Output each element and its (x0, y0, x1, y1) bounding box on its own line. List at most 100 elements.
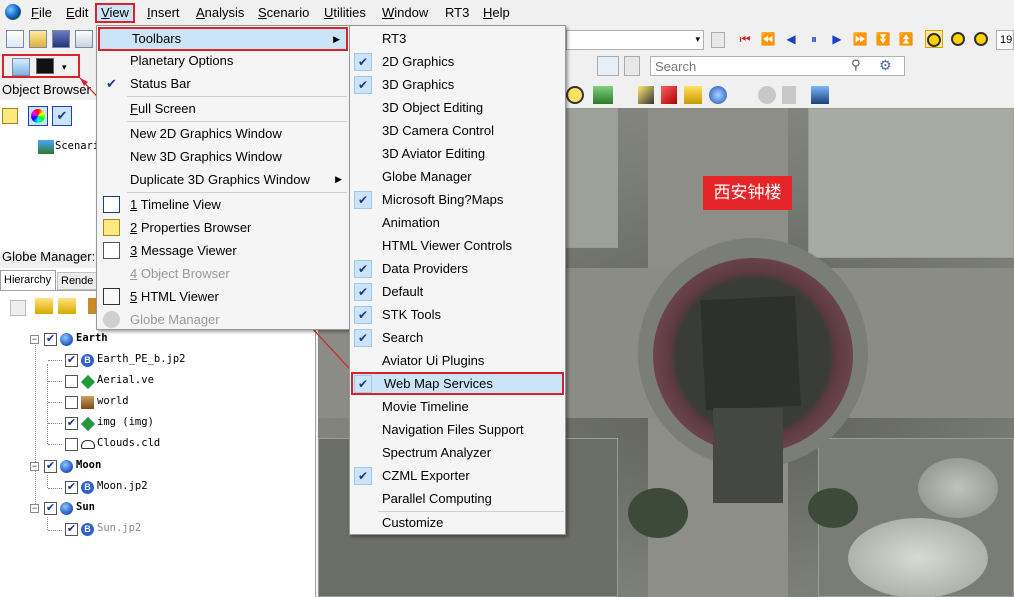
aerial-checkbox[interactable] (65, 375, 78, 388)
decrease-step-icon[interactable]: ⏬ (874, 30, 892, 48)
earth-pe-checkbox[interactable]: ✔ (65, 354, 78, 367)
toolbar-option-stk-tools[interactable]: ✔ STK Tools (351, 303, 564, 326)
tab-hierarchy[interactable]: Hierarchy (0, 270, 56, 290)
toolbar-option-search[interactable]: ✔ Search (351, 326, 564, 349)
measure-icon[interactable] (684, 86, 702, 104)
2d-window-icon[interactable] (12, 58, 30, 76)
menu-edit[interactable]: Edit (62, 3, 92, 23)
gear-icon[interactable]: ⚙ (879, 57, 892, 74)
check-icon[interactable]: ✔ (52, 106, 72, 126)
new-object-icon[interactable] (2, 108, 18, 124)
combo-action-icon[interactable] (711, 32, 725, 48)
time-step-field[interactable]: 19 (996, 30, 1014, 50)
eye-icon[interactable] (566, 86, 584, 104)
tree-item-img[interactable]: img (img) (97, 416, 154, 428)
menu-view[interactable]: View (95, 3, 135, 23)
toolbar-option-3d-object-editing[interactable]: 3D Object Editing (351, 96, 564, 119)
tree-item-moon-jp2[interactable]: Moon.jp2 (97, 480, 148, 492)
3d-window-icon[interactable] (36, 58, 54, 74)
marker-icon[interactable] (661, 86, 677, 104)
sun-checkbox[interactable]: ✔ (44, 502, 57, 515)
play-icon[interactable]: ▶ (828, 30, 846, 48)
properties-icon[interactable] (75, 30, 93, 48)
tree-item-earth[interactable]: Earth (76, 332, 108, 344)
toolbar-option-default[interactable]: ✔ Default (351, 280, 564, 303)
search-icon[interactable]: ⚲ (851, 57, 861, 73)
view-menu-timeline-view[interactable]: 1 Timeline View (98, 193, 348, 216)
normal-time-icon[interactable] (972, 30, 990, 48)
rt3-combo[interactable]: ▾ (566, 30, 704, 50)
menu-insert[interactable]: Insert (143, 3, 184, 23)
search-input[interactable]: Search ⚲ ⚙ (650, 56, 905, 76)
view-menu-html-viewer[interactable]: 5 HTML Viewer (98, 285, 348, 308)
toolbar-option-customize[interactable]: Customize (351, 511, 564, 534)
tree-item-aerial[interactable]: Aerial.ve (97, 374, 154, 386)
expand-moon-toggle[interactable]: − (30, 462, 39, 471)
tree-item-earth-pe[interactable]: Earth_PE_b.jp2 (97, 353, 186, 365)
tree-item-moon[interactable]: Moon (76, 459, 101, 471)
globe-tool-icon[interactable] (709, 86, 727, 104)
toolbar-option-navigation-files[interactable]: Navigation Files Support (351, 418, 564, 441)
toolbar-option-html-viewer-controls[interactable]: HTML Viewer Controls (351, 234, 564, 257)
tab-renderer[interactable]: Rende (57, 272, 97, 290)
moon-jp2-checkbox[interactable]: ✔ (65, 481, 78, 494)
menu-window[interactable]: Window (378, 3, 432, 23)
toolbar-option-3d-graphics[interactable]: ✔ 3D Graphics (351, 73, 564, 96)
earth-checkbox[interactable]: ✔ (44, 333, 57, 346)
save-icon[interactable] (52, 30, 70, 48)
toolbar-option-globe-manager[interactable]: Globe Manager (351, 165, 564, 188)
view-menu-properties-browser[interactable]: 2 Properties Browser (98, 216, 348, 239)
toolbar-option-bing-maps[interactable]: ✔ Microsoft Bing?Maps (351, 188, 564, 211)
menu-scenario[interactable]: Scenario (254, 3, 313, 23)
view-menu-status-bar[interactable]: ✔ Status Bar (98, 72, 348, 95)
color-wheel-icon[interactable] (28, 106, 48, 126)
moon-checkbox[interactable]: ✔ (44, 460, 57, 473)
add-folder-icon[interactable] (35, 298, 53, 314)
data-providers-icon[interactable] (597, 56, 619, 76)
menu-help[interactable]: Help (479, 3, 514, 23)
expand-sun-toggle[interactable]: − (30, 504, 39, 513)
menu-analysis[interactable]: Analysis (192, 3, 248, 23)
view-menu-message-viewer[interactable]: 3 Message Viewer (98, 239, 348, 262)
pause-icon[interactable]: ⏸ (805, 30, 823, 48)
toolbar-option-spectrum-analyzer[interactable]: Spectrum Analyzer (351, 441, 564, 464)
menu-rt3[interactable]: RT3 (441, 3, 473, 23)
step-back-icon[interactable]: ◀ (782, 30, 800, 48)
menu-utilities[interactable]: Utilities (320, 3, 370, 23)
clouds-checkbox[interactable] (65, 438, 78, 451)
new-scenario-icon[interactable] (6, 30, 24, 48)
xreal-time-icon[interactable] (949, 30, 967, 48)
pencil-icon[interactable] (638, 86, 654, 104)
tree-item-sun[interactable]: Sun (76, 501, 95, 513)
img-checkbox[interactable]: ✔ (65, 417, 78, 430)
toolbar-option-web-map-services[interactable]: ✔ Web Map Services (351, 372, 564, 395)
view-menu-new-2d-window[interactable]: New 2D Graphics Window (98, 122, 348, 145)
globe-properties-icon[interactable] (10, 300, 26, 316)
step-forward-icon[interactable]: ⏩ (851, 30, 869, 48)
view-menu-planetary-options[interactable]: Planetary Options (98, 49, 348, 72)
toolbar-option-2d-graphics[interactable]: ✔ 2D Graphics (351, 50, 564, 73)
toolbar-option-3d-aviator-editing[interactable]: 3D Aviator Editing (351, 142, 564, 165)
view-menu-duplicate-3d-window[interactable]: Duplicate 3D Graphics Window ▶ (98, 168, 348, 191)
step-back-fast-icon[interactable]: ⏪ (759, 30, 777, 48)
toolbar-option-movie-timeline[interactable]: Movie Timeline (351, 395, 564, 418)
sensor-icon[interactable] (758, 86, 776, 104)
scenario-item-label[interactable]: Scenari (55, 140, 99, 152)
map-tool-icon[interactable] (811, 86, 829, 104)
view-menu-new-3d-window[interactable]: New 3D Graphics Window (98, 145, 348, 168)
toolbar-option-aviator-ui-plugins[interactable]: Aviator Ui Plugins (351, 349, 564, 372)
reset-animation-icon[interactable]: ⏮ (736, 30, 754, 48)
tree-item-sun-jp2[interactable]: Sun.jp2 (97, 522, 141, 534)
open-folder-icon[interactable] (29, 30, 47, 48)
toolbar-option-rt3[interactable]: RT3 (351, 27, 564, 50)
realtime-mode-icon[interactable] (925, 30, 943, 48)
toolbar-option-parallel-computing[interactable]: Parallel Computing (351, 487, 564, 510)
toolbar-overflow-icon[interactable]: ▾ (62, 62, 67, 73)
toolbar-option-animation[interactable]: Animation (351, 211, 564, 234)
view-menu-full-screen[interactable]: Full Screen (98, 97, 348, 120)
increase-step-icon[interactable]: ⏫ (897, 30, 915, 48)
tree-item-clouds[interactable]: Clouds.cld (97, 437, 160, 449)
toolbar-option-3d-camera-control[interactable]: 3D Camera Control (351, 119, 564, 142)
toolbar-option-czml-exporter[interactable]: ✔ CZML Exporter (351, 464, 564, 487)
menu-file[interactable]: File (27, 3, 56, 23)
